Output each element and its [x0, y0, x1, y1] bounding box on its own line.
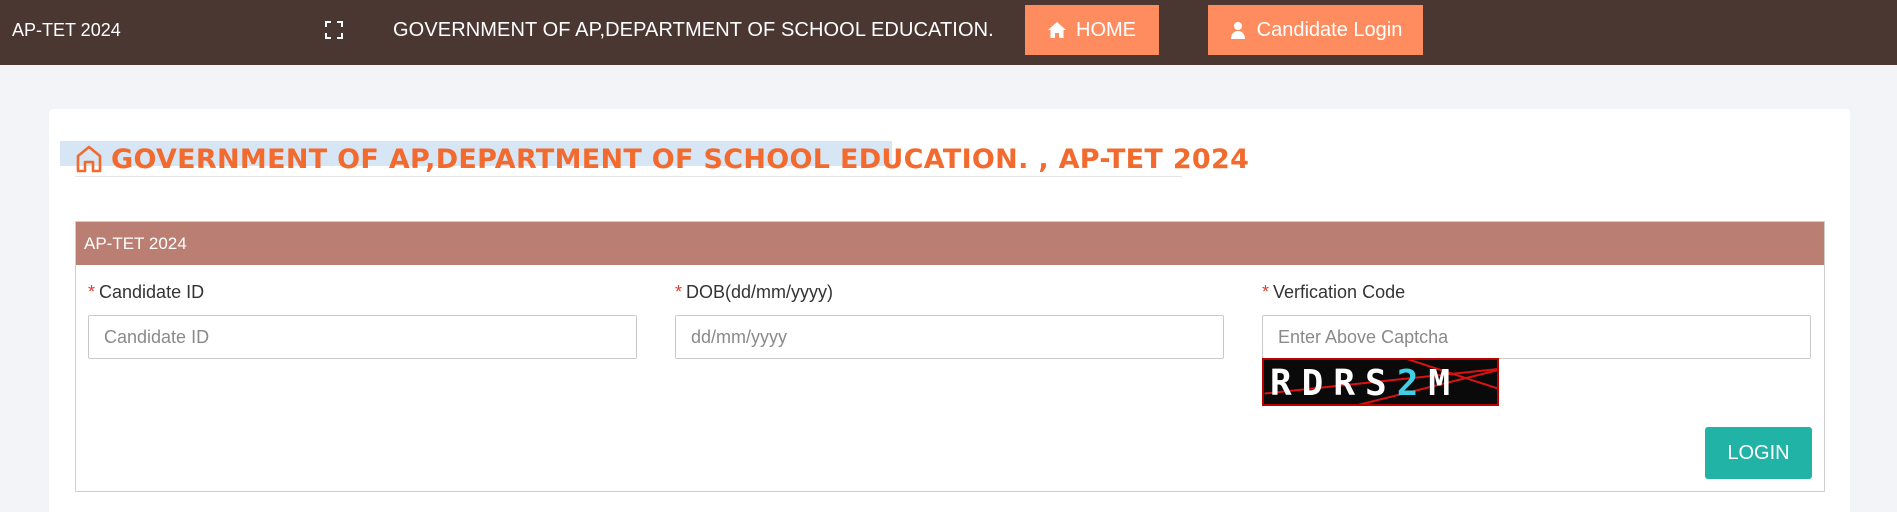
- verification-code-label-text: Verfication Code: [1273, 282, 1406, 302]
- required-mark: *: [1262, 282, 1270, 302]
- home-icon: [1048, 22, 1066, 38]
- captcha-chars-cyan: 2: [1396, 363, 1429, 404]
- dob-label-text: DOB(dd/mm/yyyy): [686, 282, 834, 302]
- candidate-login-label: Candidate Login: [1256, 18, 1403, 41]
- verification-code-label: * Verfication Code: [1262, 282, 1405, 303]
- home-button[interactable]: HOME: [1025, 5, 1159, 55]
- user-icon: [1230, 22, 1245, 39]
- header-title: GOVERNMENT OF AP,DEPARTMENT OF SCHOOL ED…: [393, 19, 994, 41]
- heading-underline: [75, 176, 1182, 177]
- candidate-id-label-text: Candidate ID: [99, 282, 205, 302]
- page-heading-text: GOVERNMENT OF AP,DEPARTMENT OF SCHOOL ED…: [111, 143, 1250, 175]
- captcha-text: RDRS2M: [1270, 363, 1460, 404]
- page-heading: GOVERNMENT OF AP,DEPARTMENT OF SCHOOL ED…: [75, 140, 1249, 178]
- login-button[interactable]: LOGIN: [1705, 427, 1812, 479]
- candidate-login-button[interactable]: Candidate Login: [1208, 5, 1423, 55]
- brand-title[interactable]: AP-TET 2024: [12, 20, 121, 41]
- panel-header: AP-TET 2024: [76, 222, 1824, 265]
- home-outline-icon: [76, 145, 102, 173]
- captcha-chars-end: M: [1428, 363, 1461, 404]
- candidate-id-label: * Candidate ID: [88, 282, 204, 303]
- dob-label: * DOB(dd/mm/yyyy): [675, 282, 833, 303]
- captcha-image: RDRS2M: [1262, 358, 1499, 406]
- home-button-label: HOME: [1076, 18, 1136, 41]
- candidate-id-input[interactable]: [88, 315, 637, 359]
- required-mark: *: [675, 282, 683, 302]
- verification-code-input[interactable]: [1262, 315, 1811, 359]
- dob-input[interactable]: [675, 315, 1224, 359]
- top-navbar: AP-TET 2024 GOVERNMENT OF AP,DEPARTMENT …: [0, 0, 1897, 65]
- captcha-chars: RDRS: [1270, 363, 1397, 404]
- required-mark: *: [88, 282, 96, 302]
- expand-icon[interactable]: [325, 21, 343, 39]
